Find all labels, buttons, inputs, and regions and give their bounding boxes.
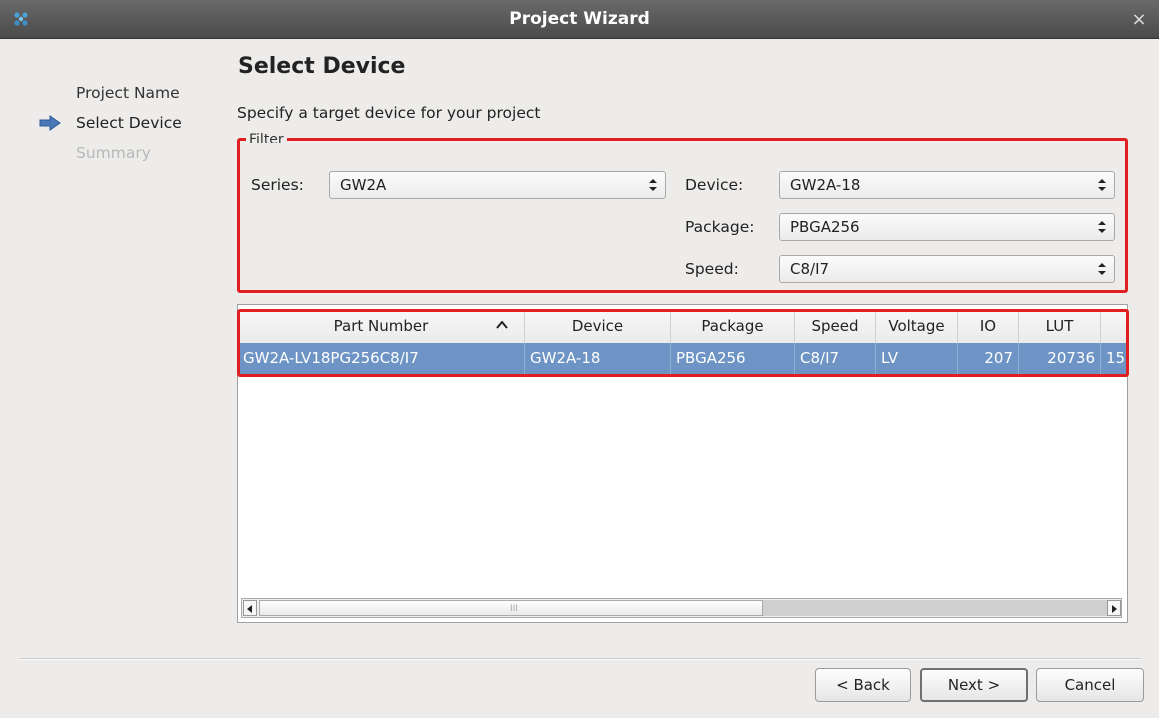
column-header-part-number[interactable]: Part Number (238, 310, 525, 343)
column-header-label: Part Number (333, 317, 429, 335)
column-header-label: Device (571, 317, 624, 335)
column-header-label: Voltage (888, 317, 945, 335)
table-row[interactable]: GW2A-LV18PG256C8/I7 GW2A-18 PBGA256 C8/I… (238, 343, 1127, 374)
filter-legend: Filter (246, 133, 287, 143)
column-header-label: Package (701, 317, 764, 335)
page-subtitle: Specify a target device for your project (237, 104, 541, 122)
cell-lut: 20736 (1019, 343, 1101, 374)
column-header-lut[interactable]: LUT (1019, 310, 1101, 343)
column-header-package[interactable]: Package (671, 310, 795, 343)
package-label: Package: (685, 218, 755, 236)
window-title: Project Wizard (509, 9, 650, 29)
package-value: PBGA256 (790, 218, 860, 236)
close-icon[interactable]: × (1129, 0, 1149, 38)
step-project-name: Project Name (42, 78, 182, 108)
table-header: Part Number Device Package Speed Voltage… (238, 310, 1127, 344)
speed-value: C8/I7 (790, 260, 830, 278)
arrow-right-icon (39, 115, 61, 131)
cell-package: PBGA256 (671, 343, 795, 374)
column-header-label: LUT (1045, 317, 1074, 335)
step-label: Project Name (76, 84, 180, 102)
scroll-right-icon[interactable] (1107, 600, 1121, 616)
column-header-voltage[interactable]: Voltage (876, 310, 958, 343)
step-label: Summary (76, 144, 151, 162)
speed-label: Speed: (685, 260, 739, 278)
cancel-button[interactable]: Cancel (1036, 668, 1144, 702)
column-header-label: IO (979, 317, 997, 335)
footer-separator (20, 658, 1141, 660)
cell-voltage: LV (876, 343, 958, 374)
speed-select[interactable]: C8/I7 (779, 255, 1115, 283)
column-header-more[interactable] (1101, 310, 1127, 343)
project-wizard-window: Project Wizard × Project Name Select Dev… (0, 0, 1159, 718)
cell-device: GW2A-18 (525, 343, 671, 374)
column-header-speed[interactable]: Speed (795, 310, 876, 343)
back-button[interactable]: < Back (815, 668, 911, 702)
chevron-updown-icon (1098, 263, 1106, 275)
column-header-io[interactable]: IO (958, 310, 1019, 343)
series-label: Series: (251, 176, 304, 194)
package-select[interactable]: PBGA256 (779, 213, 1115, 241)
scrollbar-thumb[interactable]: III (259, 600, 763, 616)
cell-more: 15 (1101, 343, 1127, 374)
title-bar: Project Wizard × (0, 0, 1159, 39)
column-header-device[interactable]: Device (525, 310, 671, 343)
step-select-device: Select Device (39, 108, 182, 138)
cell-io: 207 (958, 343, 1019, 374)
series-value: GW2A (340, 176, 387, 194)
sort-ascending-icon (496, 321, 508, 329)
column-header-label: Speed (811, 317, 859, 335)
device-select[interactable]: GW2A-18 (779, 171, 1115, 199)
cell-speed: C8/I7 (795, 343, 876, 374)
series-select[interactable]: GW2A (329, 171, 666, 199)
scroll-left-icon[interactable] (243, 600, 257, 616)
chevron-updown-icon (649, 179, 657, 191)
cell-part-number: GW2A-LV18PG256C8/I7 (238, 343, 525, 374)
wizard-steps: Project Name Select Device Summary (39, 78, 182, 168)
device-table: Part Number Device Package Speed Voltage… (237, 304, 1128, 623)
device-value: GW2A-18 (790, 176, 861, 194)
chevron-updown-icon (1098, 221, 1106, 233)
next-button[interactable]: Next > (920, 668, 1028, 702)
scrollbar-grip: III (510, 604, 518, 614)
page-heading: Select Device (238, 54, 406, 79)
step-label: Select Device (76, 114, 182, 132)
step-summary: Summary (42, 138, 182, 168)
horizontal-scrollbar[interactable]: III (241, 598, 1122, 618)
scrollbar-track[interactable] (763, 600, 1107, 616)
device-label: Device: (685, 176, 744, 194)
chevron-updown-icon (1098, 179, 1106, 191)
